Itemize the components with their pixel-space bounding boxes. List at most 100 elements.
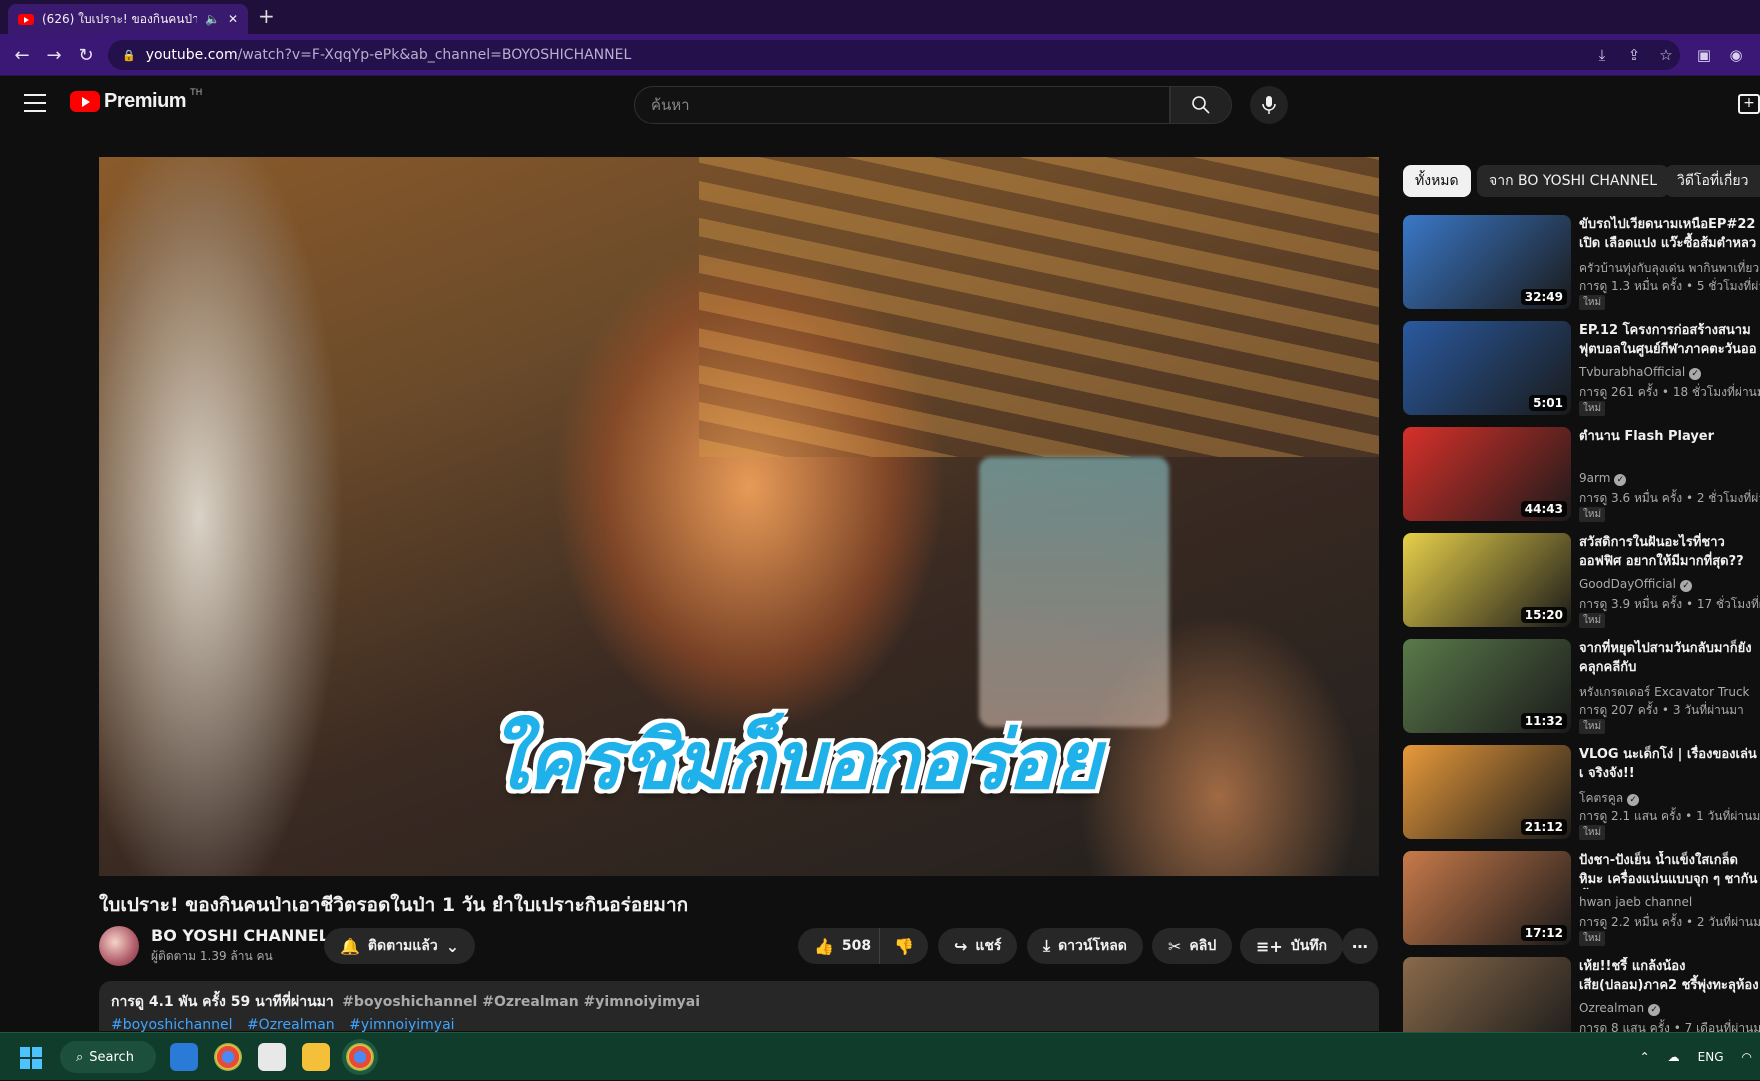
channel-name[interactable]: BO YOSHI CHANNEL — [151, 926, 329, 945]
recommendation-title[interactable]: ขับรถไปเวียดนามเหนือEP#22 เปิด เลือดแปง … — [1579, 215, 1760, 253]
address-bar[interactable]: 🔒 youtube.com/watch?v=F-XqqYp-ePk&ab_cha… — [108, 40, 1680, 70]
verified-check-icon: ✓ — [1627, 794, 1640, 806]
duration-badge: 17:12 — [1520, 925, 1567, 941]
video-thumbnail[interactable]: 17:12 — [1403, 851, 1571, 945]
hashtag-link[interactable]: #boyoshichannel — [111, 1017, 233, 1033]
close-tab-icon[interactable]: ✕ — [228, 12, 238, 26]
recommendation-stats: การดู 261 ครั้ง • 18 ชั่วโมงที่ผ่านมา — [1579, 385, 1760, 399]
taskbar-search-label: Search — [89, 1049, 134, 1065]
video-thumbnail[interactable]: 11:32 — [1403, 639, 1571, 733]
chip-all[interactable]: ทั้งหมด — [1403, 165, 1471, 197]
recommendation-channel[interactable]: GoodDayOfficial ✓ — [1579, 577, 1692, 592]
new-badge: ใหม่ — [1579, 613, 1606, 628]
recommendation-item[interactable]: 32:49 ขับรถไปเวียดนามเหนือEP#22 เปิด เลือ… — [1403, 215, 1760, 311]
recommendation-stats: การดู 3.6 หมื่น ครั้ง • 2 ชั่วโมงที่ผ่าน… — [1579, 491, 1760, 505]
desktop-app-icon[interactable] — [170, 1043, 198, 1071]
thumbs-down-icon: 👎 — [894, 936, 914, 956]
recommendation-item[interactable]: 44:43 ตำนาน Flash Player 9arm ✓ การดู 3.6 หม… — [1403, 427, 1760, 523]
recommendation-channel[interactable]: Ozrealman ✓ — [1579, 1001, 1661, 1016]
youtube-logo[interactable]: Premium TH — [70, 87, 203, 113]
windows-start-icon[interactable] — [20, 1047, 42, 1069]
recommendation-title[interactable]: EP.12 โครงการก่อสร้างสนาม ฟุตบอลในศูนย์ก… — [1579, 321, 1760, 359]
recommendation-channel[interactable]: TvburabhaOfficial ✓ — [1579, 365, 1702, 380]
download-label: ดาวน์โหลด — [1058, 938, 1127, 954]
verified-check-icon: ✓ — [1689, 368, 1702, 380]
vnc-icon[interactable] — [258, 1043, 286, 1071]
hamburger-menu-icon[interactable] — [24, 94, 46, 112]
chrome-icon[interactable] — [214, 1043, 242, 1071]
bell-icon: 🔔 — [340, 936, 360, 956]
dislike-button[interactable]: 👎 — [879, 928, 928, 964]
chevron-down-icon: ⌄ — [445, 936, 460, 956]
download-button[interactable]: ⤓ ดาวน์โหลด — [1027, 928, 1143, 964]
forward-icon[interactable]: → — [42, 43, 66, 67]
video-frame-roof — [699, 157, 1379, 457]
video-frame-bag — [979, 457, 1169, 727]
video-thumbnail[interactable]: 21:12 — [1403, 745, 1571, 839]
recommendation-title[interactable]: จากที่หยุดไปสามวันกลับมาก็ยัง คลุกคลีกับ… — [1579, 639, 1760, 677]
recommendation-channel[interactable]: ครัวบ้านทุ่งกับลุงเด่น พากินพาเที่ยว — [1579, 259, 1759, 278]
language-indicator[interactable]: ENG — [1698, 1050, 1724, 1064]
wifi-icon[interactable]: ◠ — [1742, 1050, 1752, 1064]
download-icon: ⤓ — [1043, 936, 1051, 955]
clip-button[interactable]: ✂ คลิป — [1152, 928, 1233, 964]
channel-avatar[interactable] — [99, 926, 139, 966]
duration-badge: 21:12 — [1520, 819, 1567, 835]
more-actions-button[interactable]: ⋯ — [1342, 928, 1378, 964]
chevron-up-icon[interactable]: ⌃ — [1640, 1050, 1650, 1064]
bookmark-star-icon[interactable]: ☆ — [1656, 45, 1676, 65]
reload-icon[interactable]: ↻ — [74, 43, 98, 67]
subscribe-button[interactable]: 🔔 ติดตามแล้ว ⌄ — [324, 928, 476, 964]
install-icon[interactable]: ⤓ — [1592, 45, 1612, 65]
search-input[interactable]: ค้นหา — [634, 86, 1170, 124]
recommendation-item[interactable]: 11:32 จากที่หยุดไปสามวันกลับมาก็ยัง คลุกค… — [1403, 639, 1760, 735]
description-box[interactable]: การดู 4.1 พัน ครั้ง 59 นาทีที่ผ่านมา #bo… — [99, 981, 1379, 1033]
file-explorer-icon[interactable] — [302, 1043, 330, 1071]
chip-from-channel[interactable]: จาก BO YOSHI CHANNEL — [1477, 165, 1670, 197]
video-thumbnail[interactable]: 15:20 — [1403, 533, 1571, 627]
share-button[interactable]: ↪ แชร์ — [938, 928, 1018, 964]
recommendation-title[interactable]: ตำนาน Flash Player — [1579, 427, 1760, 465]
speaker-icon[interactable]: 🔈 — [205, 12, 220, 26]
like-button[interactable]: 👍 508 — [798, 928, 884, 964]
share-page-icon[interactable]: ⇪ — [1624, 45, 1644, 65]
recommendation-title[interactable]: สวัสดิการในฝันอะไรที่ชาวออฟฟิศ อยากให้มี… — [1579, 533, 1760, 571]
youtube-favicon-icon — [18, 13, 34, 25]
country-code: TH — [190, 87, 203, 98]
video-thumbnail[interactable]: 32:49 — [1403, 215, 1571, 309]
profile-icon[interactable]: ◉ — [1726, 45, 1746, 65]
recommendation-channel[interactable]: hwan jaeb channel — [1579, 895, 1692, 909]
new-badge: ใหม่ — [1579, 719, 1606, 734]
recommendation-item[interactable]: 5:01 EP.12 โครงการก่อสร้างสนาม ฟุตบอลในศู… — [1403, 321, 1760, 417]
hashtag-links: #boyoshichannel #Ozrealman #yimnoiyimyai — [111, 1017, 1367, 1033]
create-icon[interactable]: + — [1738, 94, 1760, 114]
video-thumbnail[interactable]: 5:01 — [1403, 321, 1571, 415]
new-tab-button[interactable]: + — [258, 4, 275, 28]
recommendation-stats: การดู 1.3 หมื่น ครั้ง • 5 ชั่วโมงที่ผ่าน… — [1579, 279, 1760, 293]
recommendation-channel[interactable]: หรังเกรดเดอร์ Excavator Truck — [1579, 683, 1750, 702]
recommendation-item[interactable]: 21:12 VLOG นะเด็กโง่ | เรื่องของเล่น เ จร… — [1403, 745, 1760, 841]
recommendation-channel[interactable]: 9arm ✓ — [1579, 471, 1627, 486]
search-button[interactable] — [1170, 86, 1232, 124]
chip-related[interactable]: วิดีโอที่เกี่ยว — [1665, 165, 1760, 197]
voice-search-button[interactable] — [1250, 86, 1288, 124]
cloud-icon[interactable]: ☁ — [1668, 1050, 1680, 1064]
video-thumbnail[interactable]: 44:43 — [1403, 427, 1571, 521]
recommendation-item[interactable]: 15:20 สวัสดิการในฝันอะไรที่ชาวออฟฟิศ อยาก… — [1403, 533, 1760, 629]
hashtag-link[interactable]: #yimnoiyimyai — [349, 1017, 454, 1033]
recommendation-title[interactable]: ปังชา-ปังเย็น น้ำแข็งใสเกล็ดหิมะ เครื่อง… — [1579, 851, 1760, 889]
recommendation-title[interactable]: VLOG นะเด็กโง่ | เรื่องของเล่น เ จริงจัง… — [1579, 745, 1760, 783]
chrome-active-icon[interactable] — [346, 1043, 374, 1071]
hashtag-link[interactable]: #Ozrealman — [247, 1017, 335, 1033]
video-player[interactable]: ใครชิมก็บอกอร่อย — [99, 157, 1379, 876]
save-button[interactable]: ≡+ บันทึก — [1240, 928, 1343, 964]
share-label: แชร์ — [975, 938, 1002, 954]
browser-tab[interactable]: (626) ใบเปราะ! ของกินคนป่าเอา 🔈 ✕ — [8, 4, 248, 34]
youtube-play-icon — [70, 91, 100, 112]
back-icon[interactable]: ← — [10, 43, 34, 67]
translate-icon[interactable]: ▣ — [1694, 45, 1714, 65]
recommendation-item[interactable]: 17:12 ปังชา-ปังเย็น น้ำแข็งใสเกล็ดหิมะ เค… — [1403, 851, 1760, 947]
recommendation-title[interactable]: เห้ย!!ชรี้ แกล้งน้อง เสีย(ปลอม)ภาค2 ชรี้… — [1579, 957, 1760, 995]
taskbar-search[interactable]: ⌕ Search — [60, 1041, 156, 1073]
recommendation-channel[interactable]: โคตรคูล ✓ — [1579, 789, 1640, 808]
